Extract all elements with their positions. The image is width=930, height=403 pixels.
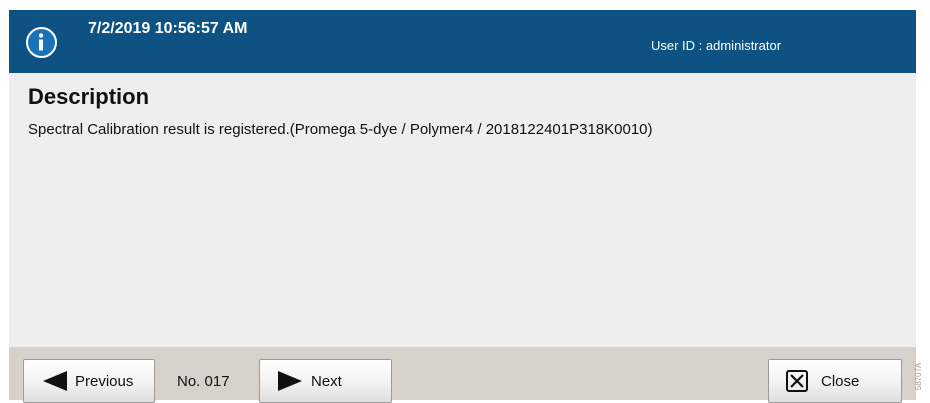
description-title: Description — [28, 84, 150, 109]
info-icon — [26, 27, 57, 58]
figure-watermark: 5870TA — [914, 356, 929, 400]
dialog-footer: Previous No. 017 Next Close — [9, 347, 916, 403]
previous-button[interactable]: Previous — [23, 359, 155, 403]
arrow-right-icon — [278, 371, 302, 391]
arrow-left-icon — [43, 371, 67, 391]
dialog-header: 7/2/2019 10:56:57 AM User ID : administr… — [9, 10, 916, 73]
user-id-label: User ID : administrator — [651, 38, 782, 53]
message-dialog: 7/2/2019 10:56:57 AM User ID : administr… — [9, 10, 916, 403]
next-button[interactable]: Next — [259, 359, 392, 403]
next-label: Next — [311, 373, 342, 390]
description-message: Spectral Calibration result is registere… — [28, 121, 653, 138]
watermark-text: 5870TA — [914, 362, 924, 391]
timestamp: 7/2/2019 10:56:57 AM — [88, 20, 248, 37]
close-label: Close — [821, 373, 860, 390]
close-button[interactable]: Close — [768, 359, 902, 403]
previous-label: Previous — [75, 373, 134, 390]
page-number: No. 017 — [177, 373, 230, 390]
close-icon — [786, 370, 808, 392]
